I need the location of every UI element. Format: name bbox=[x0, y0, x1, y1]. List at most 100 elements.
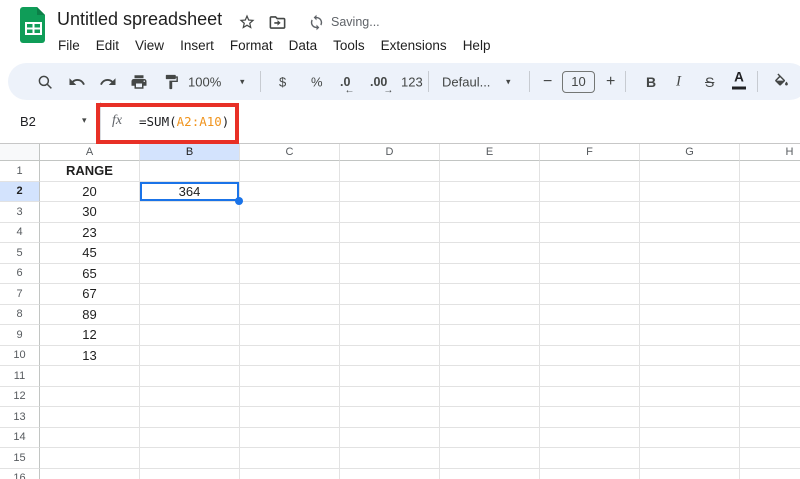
cell-e14[interactable] bbox=[440, 427, 540, 448]
cell-b3[interactable] bbox=[140, 202, 240, 223]
select-all-corner[interactable] bbox=[0, 144, 40, 161]
cell-c15[interactable] bbox=[240, 448, 340, 469]
move-folder-icon[interactable] bbox=[267, 12, 287, 32]
cell-f6[interactable] bbox=[540, 263, 640, 284]
cell-h1[interactable] bbox=[740, 161, 800, 182]
column-header-f[interactable]: F bbox=[540, 144, 640, 161]
menu-item-format[interactable]: Format bbox=[222, 35, 281, 56]
cell-b12[interactable] bbox=[140, 386, 240, 407]
cell-a5[interactable]: 45 bbox=[40, 243, 140, 264]
menu-item-data[interactable]: Data bbox=[281, 35, 326, 56]
cell-d10[interactable] bbox=[340, 345, 440, 366]
row-header-5[interactable]: 5 bbox=[0, 243, 40, 264]
cell-g9[interactable] bbox=[640, 325, 740, 346]
cell-f16[interactable] bbox=[540, 468, 640, 479]
menu-item-extensions[interactable]: Extensions bbox=[373, 35, 455, 56]
font-size-input[interactable]: 10 bbox=[562, 70, 595, 93]
column-header-d[interactable]: D bbox=[340, 144, 440, 161]
row-header-12[interactable]: 12 bbox=[0, 386, 40, 407]
cell-d12[interactable] bbox=[340, 386, 440, 407]
cell-b11[interactable] bbox=[140, 366, 240, 387]
column-header-b[interactable]: B bbox=[140, 144, 240, 161]
cell-d8[interactable] bbox=[340, 304, 440, 325]
cell-a13[interactable] bbox=[40, 407, 140, 428]
cell-h4[interactable] bbox=[740, 222, 800, 243]
cell-e1[interactable] bbox=[440, 161, 540, 182]
cell-c10[interactable] bbox=[240, 345, 340, 366]
cell-g4[interactable] bbox=[640, 222, 740, 243]
font-dropdown[interactable]: Defaul... bbox=[442, 74, 490, 89]
print-icon[interactable] bbox=[130, 73, 148, 91]
cell-a12[interactable] bbox=[40, 386, 140, 407]
cell-b8[interactable] bbox=[140, 304, 240, 325]
zoom-dropdown[interactable]: 100% bbox=[188, 74, 221, 89]
sheets-logo-icon[interactable] bbox=[20, 7, 47, 43]
cell-d3[interactable] bbox=[340, 202, 440, 223]
column-header-g[interactable]: G bbox=[640, 144, 740, 161]
cell-h14[interactable] bbox=[740, 427, 800, 448]
row-header-11[interactable]: 11 bbox=[0, 366, 40, 387]
bold-button[interactable]: B bbox=[646, 74, 656, 90]
cell-g8[interactable] bbox=[640, 304, 740, 325]
cell-e13[interactable] bbox=[440, 407, 540, 428]
cell-g3[interactable] bbox=[640, 202, 740, 223]
cell-a6[interactable]: 65 bbox=[40, 263, 140, 284]
cell-e4[interactable] bbox=[440, 222, 540, 243]
cell-h7[interactable] bbox=[740, 284, 800, 305]
cell-b13[interactable] bbox=[140, 407, 240, 428]
cell-d11[interactable] bbox=[340, 366, 440, 387]
cell-b2[interactable]: 364 bbox=[140, 181, 243, 205]
cell-d4[interactable] bbox=[340, 222, 440, 243]
cell-f8[interactable] bbox=[540, 304, 640, 325]
cell-f12[interactable] bbox=[540, 386, 640, 407]
menu-item-tools[interactable]: Tools bbox=[325, 35, 373, 56]
cell-b6[interactable] bbox=[140, 263, 240, 284]
cell-d2[interactable] bbox=[340, 181, 440, 202]
row-header-1[interactable]: 1 bbox=[0, 161, 40, 182]
cell-a8[interactable]: 89 bbox=[40, 304, 140, 325]
menu-item-view[interactable]: View bbox=[127, 35, 172, 56]
cell-e10[interactable] bbox=[440, 345, 540, 366]
cell-g12[interactable] bbox=[640, 386, 740, 407]
cell-f2[interactable] bbox=[540, 181, 640, 202]
cell-f9[interactable] bbox=[540, 325, 640, 346]
cell-c16[interactable] bbox=[240, 468, 340, 479]
format-currency-button[interactable]: $ bbox=[279, 74, 286, 89]
row-header-4[interactable]: 4 bbox=[0, 222, 40, 243]
cell-b10[interactable] bbox=[140, 345, 240, 366]
cell-a14[interactable] bbox=[40, 427, 140, 448]
cell-e6[interactable] bbox=[440, 263, 540, 284]
increase-decimal-button[interactable]: .00 → bbox=[370, 75, 393, 96]
format-percent-button[interactable]: % bbox=[311, 74, 323, 89]
decrease-decimal-button[interactable]: .0 ← bbox=[340, 75, 354, 96]
menu-item-file[interactable]: File bbox=[50, 35, 88, 56]
cell-a3[interactable]: 30 bbox=[40, 202, 140, 223]
row-header-10[interactable]: 10 bbox=[0, 345, 40, 366]
cell-h6[interactable] bbox=[740, 263, 800, 284]
cell-c14[interactable] bbox=[240, 427, 340, 448]
cell-d7[interactable] bbox=[340, 284, 440, 305]
cell-d6[interactable] bbox=[340, 263, 440, 284]
cell-g10[interactable] bbox=[640, 345, 740, 366]
cell-a7[interactable]: 67 bbox=[40, 284, 140, 305]
cell-e9[interactable] bbox=[440, 325, 540, 346]
fill-color-icon[interactable] bbox=[773, 73, 790, 90]
name-box[interactable]: B2 bbox=[20, 114, 36, 129]
cell-h9[interactable] bbox=[740, 325, 800, 346]
cell-b4[interactable] bbox=[140, 222, 240, 243]
cell-b14[interactable] bbox=[140, 427, 240, 448]
cell-g14[interactable] bbox=[640, 427, 740, 448]
cell-g15[interactable] bbox=[640, 448, 740, 469]
cell-g13[interactable] bbox=[640, 407, 740, 428]
cell-c6[interactable] bbox=[240, 263, 340, 284]
cell-g1[interactable] bbox=[640, 161, 740, 182]
cell-g6[interactable] bbox=[640, 263, 740, 284]
cell-f10[interactable] bbox=[540, 345, 640, 366]
row-header-9[interactable]: 9 bbox=[0, 325, 40, 346]
cell-a10[interactable]: 13 bbox=[40, 345, 140, 366]
cell-f7[interactable] bbox=[540, 284, 640, 305]
cell-h16[interactable] bbox=[740, 468, 800, 479]
decrease-font-size-button[interactable]: − bbox=[543, 73, 552, 91]
cell-d5[interactable] bbox=[340, 243, 440, 264]
cell-b7[interactable] bbox=[140, 284, 240, 305]
